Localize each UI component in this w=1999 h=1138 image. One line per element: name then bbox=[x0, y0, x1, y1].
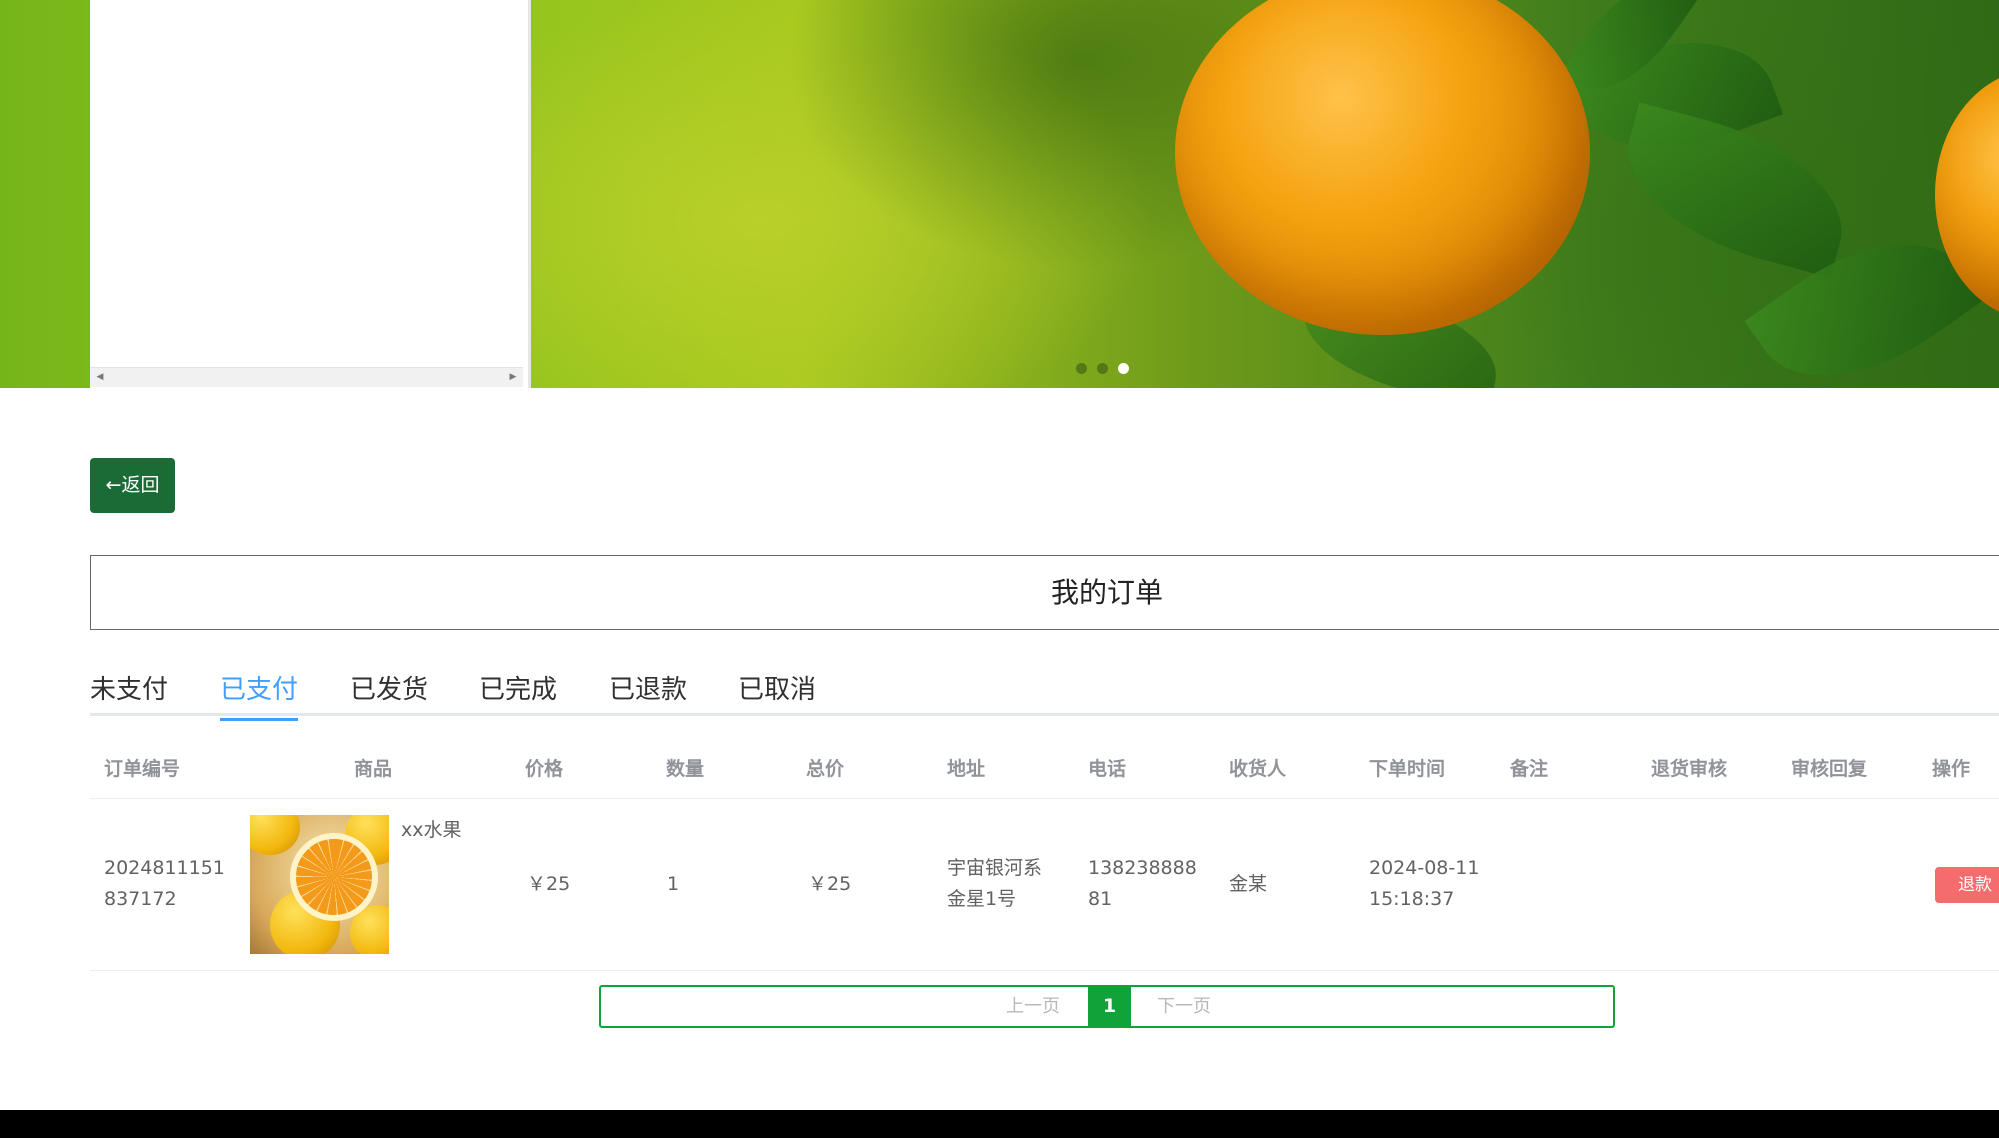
left-white-panel bbox=[90, 0, 531, 388]
phone: 138238888 81 bbox=[1088, 857, 1197, 910]
refund-button[interactable]: 退款 bbox=[1935, 867, 1999, 903]
column-header: 收货人 bbox=[1229, 758, 1287, 780]
quantity: 1 bbox=[667, 873, 680, 895]
scroll-right-icon[interactable]: ▶ bbox=[505, 368, 521, 387]
carousel-dot-2[interactable] bbox=[1097, 363, 1108, 374]
fruit-half-shape bbox=[290, 833, 378, 921]
address: 宇宙银河系 金星1号 bbox=[947, 857, 1043, 910]
column-header: 价格 bbox=[525, 758, 564, 780]
price: ￥25 bbox=[527, 873, 571, 895]
column-header: 审核回复 bbox=[1791, 758, 1868, 780]
total-price: ￥25 bbox=[808, 873, 852, 895]
carousel-dot-3[interactable] bbox=[1118, 363, 1129, 374]
fruit-whole-shape bbox=[250, 815, 300, 855]
banner-carousel: ◀ ▶ bbox=[0, 0, 1999, 388]
column-header: 总价 bbox=[806, 758, 845, 780]
column-header: 订单编号 bbox=[104, 758, 181, 780]
pagination: 上一页 1 下一页 bbox=[599, 985, 1615, 1028]
tab-completed[interactable]: 已完成 bbox=[479, 669, 557, 715]
column-header: 操作 bbox=[1932, 758, 1971, 780]
prev-page-button[interactable]: 上一页 bbox=[1006, 987, 1060, 1026]
column-header: 地址 bbox=[947, 758, 986, 780]
next-page-button[interactable]: 下一页 bbox=[1157, 987, 1211, 1026]
product-name[interactable]: xx水果 bbox=[401, 815, 462, 846]
tab-shipped[interactable]: 已发货 bbox=[350, 669, 428, 715]
table-header: 订单编号 商品 价格 数量 总价 地址 电话 收货人 下单时间 备注 退货审核 … bbox=[90, 740, 1999, 799]
column-header: 数量 bbox=[666, 758, 705, 780]
scroll-left-icon[interactable]: ◀ bbox=[92, 368, 108, 387]
horizontal-scrollbar[interactable]: ◀ ▶ bbox=[90, 367, 523, 387]
back-button[interactable]: ←返回 bbox=[90, 458, 175, 513]
footer-bar bbox=[0, 1110, 1999, 1138]
page-title: 我的订单 bbox=[1051, 576, 1164, 609]
column-header: 电话 bbox=[1088, 758, 1127, 780]
column-header: 商品 bbox=[354, 758, 393, 780]
leaf-decoration bbox=[1608, 102, 1862, 278]
page-number-button[interactable]: 1 bbox=[1088, 987, 1131, 1026]
product-image[interactable] bbox=[250, 815, 389, 954]
column-header: 备注 bbox=[1510, 758, 1549, 780]
tab-paid[interactable]: 已支付 bbox=[220, 669, 299, 721]
tab-unpaid[interactable]: 未支付 bbox=[90, 669, 168, 715]
receiver: 金某 bbox=[1229, 873, 1268, 895]
column-header: 下单时间 bbox=[1369, 758, 1446, 780]
carousel-indicators bbox=[1076, 363, 1129, 374]
tab-refunded[interactable]: 已退款 bbox=[609, 669, 687, 715]
table-row: 2024811151 837172 xx水果 ￥25 1 ￥25 宇宙银河系 金… bbox=[90, 798, 1999, 971]
column-header: 退货审核 bbox=[1651, 758, 1728, 780]
tab-cancelled[interactable]: 已取消 bbox=[738, 669, 816, 715]
order-time: 2024-08-11 15:18:37 bbox=[1369, 857, 1480, 910]
orange-fruit bbox=[1175, 0, 1590, 335]
order-status-tabs: 未支付 已支付 已发货 已完成 已退款 已取消 bbox=[90, 665, 1999, 721]
order-number: 2024811151 837172 bbox=[104, 857, 225, 910]
carousel-dot-1[interactable] bbox=[1076, 363, 1087, 374]
page-title-box: 我的订单 bbox=[90, 555, 1999, 630]
